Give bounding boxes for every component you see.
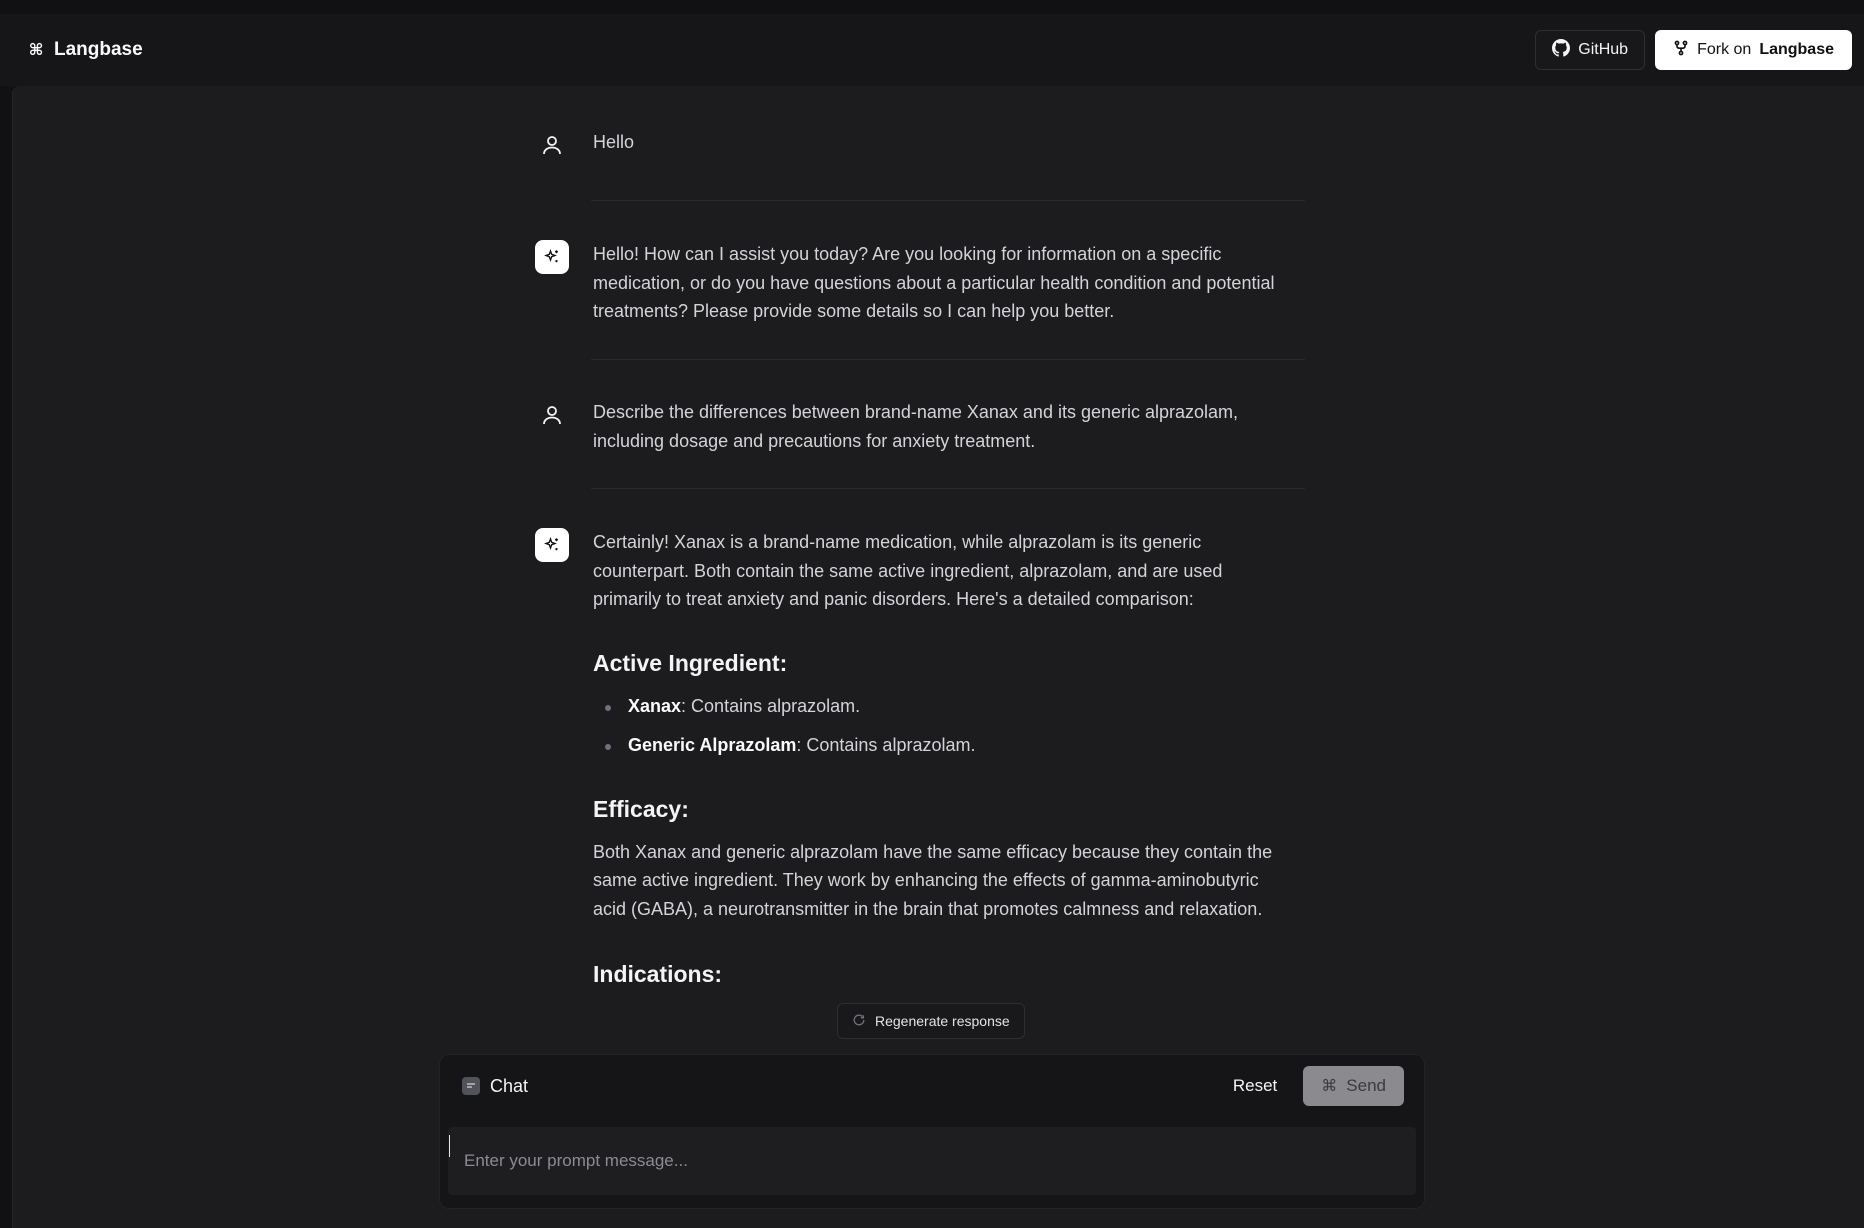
regenerate-button[interactable]: Regenerate response [837, 1003, 1025, 1039]
header-actions: GitHub Fork on Langbase [1535, 30, 1852, 70]
efficacy-text: Both Xanax and generic alprazolam have t… [593, 841, 1273, 919]
fork-button[interactable]: Fork on Langbase [1655, 30, 1852, 70]
heading-efficacy: Efficacy: [593, 795, 689, 822]
chat-composer: Chat Reset ⌘ Send [439, 1054, 1425, 1209]
list-item: Generic Alprazolam: Contains alprazolam. [593, 731, 1293, 760]
brand-logo[interactable]: ⌘ Langbase [26, 39, 143, 61]
list-desc: : Contains alprazolam. [796, 734, 976, 755]
assistant-response: Certainly! Xanax is a brand-name medicat… [593, 528, 1293, 1003]
send-label: Send [1346, 1076, 1386, 1095]
reset-button[interactable]: Reset [1221, 1066, 1289, 1106]
command-icon: ⌘ [1321, 1078, 1338, 1095]
message-divider [591, 359, 1305, 360]
github-label: GitHub [1578, 41, 1629, 58]
sparkles-icon [535, 240, 569, 274]
message-assistant: Hello! How can I assist you today? Are y… [535, 240, 1305, 326]
user-avatar-icon [535, 398, 569, 432]
message-text: Hello [593, 132, 635, 152]
message-text: Hello! How can I assist you today? Are y… [593, 244, 1275, 321]
prompt-input[interactable] [448, 1127, 1416, 1195]
message-divider [591, 200, 1305, 201]
message-thread[interactable]: Hello Hello! How can I assist you today?… [13, 86, 1864, 1051]
github-icon [1552, 38, 1571, 62]
response-intro: Certainly! Xanax is a brand-name medicat… [593, 532, 1223, 609]
top-bar: ⌘ Langbase GitHub Fork on Langbase [0, 14, 1864, 86]
refresh-icon [852, 1013, 866, 1030]
regenerate-label: Regenerate response [875, 1013, 1010, 1029]
message-text: Describe the differences between brand-n… [593, 402, 1239, 451]
send-button[interactable]: ⌘ Send [1303, 1066, 1404, 1106]
active-ingredient-list: Xanax: Contains alprazolam. Generic Alpr… [593, 692, 1293, 760]
text-caret [449, 1135, 450, 1157]
list-desc: : Contains alprazolam. [681, 695, 861, 716]
sparkles-icon [535, 528, 569, 562]
command-icon: ⌘ [28, 42, 44, 59]
list-item: Xanax: Contains alprazolam. [593, 692, 1293, 721]
brand-name: Langbase [54, 39, 143, 60]
composer-header: Chat Reset ⌘ Send [440, 1055, 1424, 1117]
heading-indications: Indications: [593, 961, 723, 987]
user-avatar-icon [535, 128, 569, 162]
github-button[interactable]: GitHub [1535, 30, 1646, 70]
list-term: Xanax [628, 695, 682, 716]
composer-title: Chat [462, 1076, 528, 1097]
fork-prefix: Fork on [1697, 41, 1752, 58]
fork-brand: Langbase [1759, 41, 1834, 58]
message-divider [591, 488, 1305, 489]
composer-title-text: Chat [490, 1075, 529, 1096]
composer-actions: Reset ⌘ Send [1221, 1066, 1404, 1106]
message-user: Hello [535, 128, 1305, 162]
list-term: Generic Alprazolam [628, 734, 797, 755]
chat-bubble-icon [462, 1077, 480, 1095]
heading-active-ingredient: Active Ingredient: [593, 649, 788, 676]
fork-icon [1673, 40, 1689, 61]
message-assistant: Certainly! Xanax is a brand-name medicat… [535, 528, 1305, 1003]
chat-panel: Hello Hello! How can I assist you today?… [12, 86, 1864, 1228]
message-user: Describe the differences between brand-n… [535, 398, 1305, 455]
